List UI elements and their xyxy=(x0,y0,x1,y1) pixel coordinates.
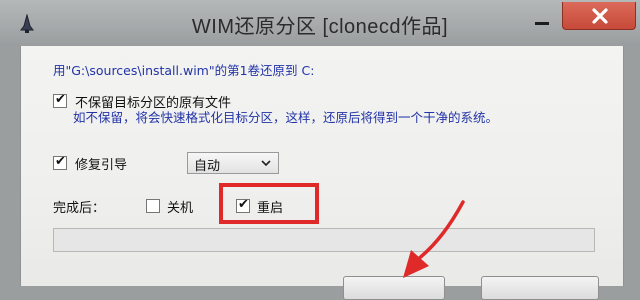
arrow-annotation-icon xyxy=(403,200,465,278)
boot-mode-select[interactable]: 自动 xyxy=(187,152,279,174)
shutdown-label: 关机 xyxy=(167,201,194,216)
close-icon xyxy=(592,8,608,24)
cancel-button[interactable] xyxy=(481,276,599,300)
repair-boot-label: 修复引导 xyxy=(75,158,128,173)
shutdown-checkbox[interactable] xyxy=(146,199,160,213)
checkmark-icon: ✔ xyxy=(55,154,66,169)
keep-files-label: 不保留目标分区的原有文件 xyxy=(75,96,232,111)
close-button[interactable] xyxy=(562,2,636,30)
keep-files-description: 如不保留，将会快速格式化目标分区，这样，还原后将得到一个干净的系统。 xyxy=(73,110,499,125)
minimize-button[interactable] xyxy=(522,10,562,30)
title-bar: WIM还原分区 [clonecd作品] xyxy=(0,0,640,46)
checkmark-icon: ✔ xyxy=(55,92,66,107)
boot-mode-value: 自动 xyxy=(194,159,221,174)
dialog-panel: 用"G:\sources\install.wim"的第1卷还原到 C: ✔ 不保… xyxy=(20,46,624,300)
after-complete-label: 完成后： xyxy=(53,201,106,216)
restart-highlight-box xyxy=(219,183,319,224)
minimize-icon xyxy=(535,22,549,25)
keep-files-checkbox[interactable]: ✔ xyxy=(53,92,67,108)
source-path-text: 用"G:\sources\install.wim"的第1卷还原到 C: xyxy=(53,63,315,78)
chevron-down-icon xyxy=(261,160,271,167)
progress-bar xyxy=(53,228,595,252)
repair-boot-checkbox[interactable]: ✔ xyxy=(53,154,67,170)
